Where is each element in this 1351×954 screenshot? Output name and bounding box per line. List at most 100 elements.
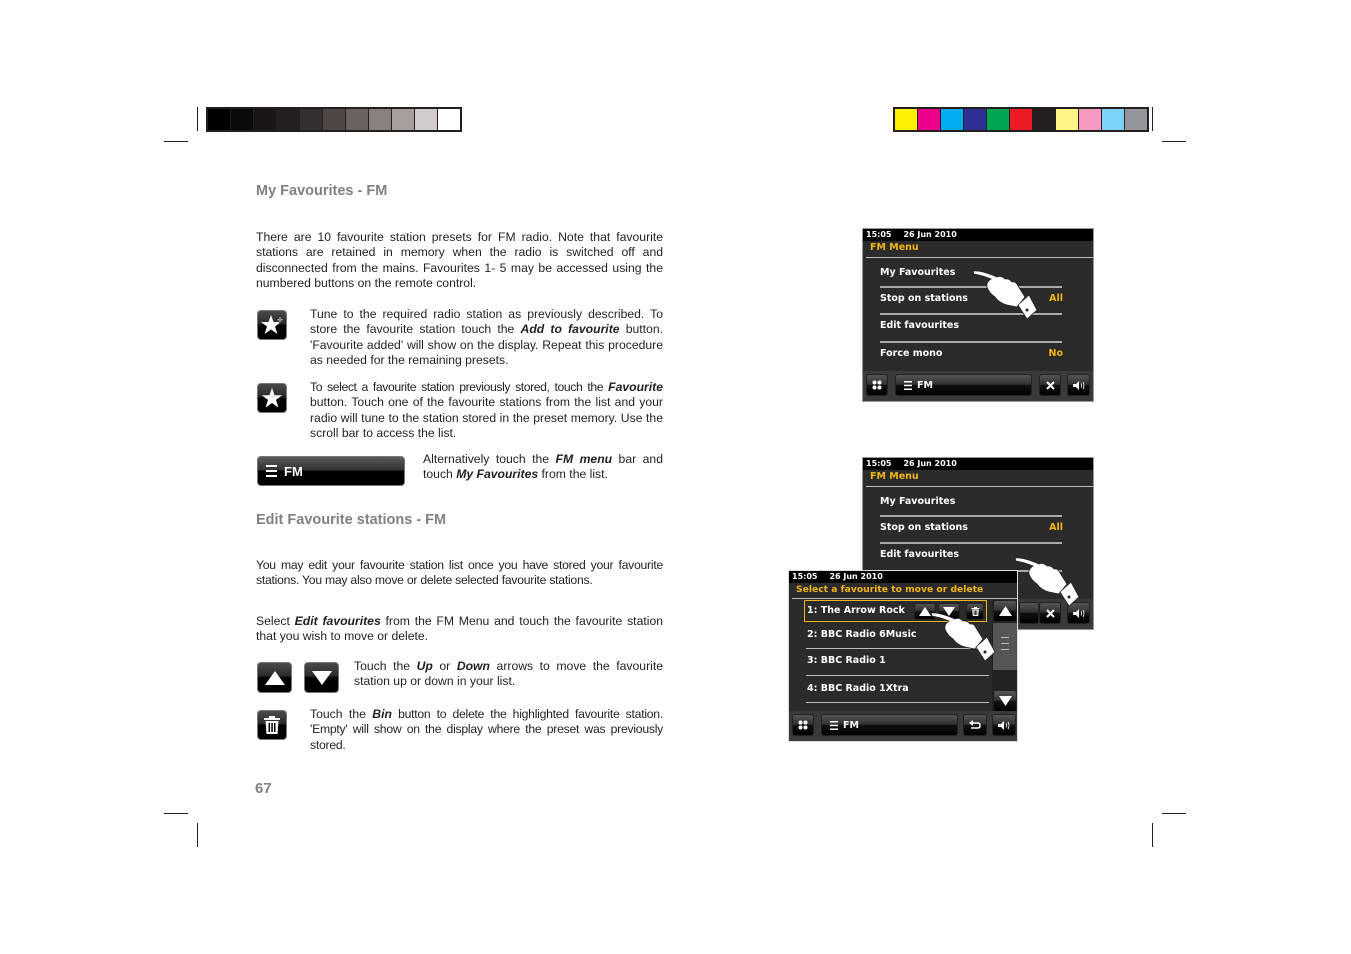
crop-mark: [1152, 823, 1153, 847]
screen-title: FM Menu: [870, 242, 919, 253]
crop-mark: [1152, 107, 1153, 131]
scroll-down-button[interactable]: [993, 690, 1017, 712]
grid-icon: [798, 720, 808, 730]
select-edit-paragraph: Select Edit favourites from the FM Menu …: [256, 614, 663, 644]
add-favourite-paragraph: Tune to the required radio station as pr…: [310, 307, 663, 367]
menu-item-my-favourites[interactable]: My Favourites: [880, 489, 1063, 515]
color-swatch: [254, 109, 276, 130]
color-swatch: [300, 109, 322, 130]
list-divider: [806, 702, 989, 703]
fm-menu-bar[interactable]: FM: [257, 456, 405, 486]
close-button[interactable]: [1039, 374, 1061, 396]
crop-mark: [164, 813, 188, 814]
color-swatch: [1010, 109, 1032, 130]
grayscale-calibration-bar: [206, 107, 462, 132]
status-bar: 15:05 26 Jun 2010: [863, 458, 1093, 470]
radio-screen-fm-menu: 15:05 26 Jun 2010 FM Menu My Favourites S…: [862, 228, 1094, 402]
crop-mark: [197, 823, 198, 847]
screen-title: Select a favourite to move or delete: [796, 584, 984, 595]
grid-icon: [872, 380, 882, 390]
add-to-favourite-button[interactable]: [257, 310, 287, 340]
favourite-button[interactable]: [257, 383, 287, 413]
section-heading-my-favourites: My Favourites - FM: [256, 183, 388, 199]
pointing-hand-icon: [1014, 557, 1080, 607]
volume-button[interactable]: [1067, 374, 1090, 396]
color-swatch: [1056, 109, 1078, 130]
color-swatch: [346, 109, 368, 130]
up-arrow-icon: [264, 670, 285, 685]
menu-item-force-mono[interactable]: Force mono No: [880, 341, 1063, 367]
color-swatch: [895, 109, 917, 130]
favourite-list-item[interactable]: 4: BBC Radio 1Xtra: [807, 677, 909, 701]
screen-toolbar: FM: [863, 371, 1093, 401]
up-down-paragraph: Touch the Up or Down arrows to move the …: [354, 659, 664, 689]
close-icon: [1045, 380, 1055, 390]
volume-icon: [1072, 380, 1084, 390]
clock-time: 15:05: [866, 459, 892, 468]
color-swatch: [392, 109, 414, 130]
back-button[interactable]: [963, 714, 987, 736]
down-arrow-button[interactable]: [304, 662, 339, 693]
bin-button[interactable]: [257, 710, 287, 740]
crop-mark: [1162, 141, 1186, 142]
crop-mark: [1162, 813, 1186, 814]
color-swatch: [231, 109, 253, 130]
date: 26 Jun 2010: [903, 230, 957, 239]
color-swatch: [964, 109, 986, 130]
volume-button[interactable]: [992, 714, 1016, 736]
fm-menu-button[interactable]: FM: [895, 374, 1032, 396]
menu-icon: [266, 465, 277, 477]
color-swatch: [1079, 109, 1101, 130]
color-swatch: [1102, 109, 1124, 130]
menu-icon: [904, 380, 912, 390]
alternative-paragraph: Alternatively touch the FM menu bar and …: [423, 452, 663, 482]
screen-toolbar: FM: [789, 711, 1017, 741]
status-bar: 15:05 26 Jun 2010: [863, 229, 1093, 241]
select-favourite-paragraph: To select a favourite station previously…: [310, 380, 663, 440]
clock-time: 15:05: [866, 230, 892, 239]
back-arrow-icon: [969, 720, 981, 729]
title-divider: [866, 486, 1093, 487]
volume-icon: [998, 720, 1010, 730]
color-swatch: [987, 109, 1009, 130]
home-button[interactable]: [792, 714, 814, 736]
color-swatch: [918, 109, 940, 130]
star-plus-icon: [261, 315, 284, 334]
color-swatch: [1033, 109, 1055, 130]
up-arrow-button[interactable]: [257, 662, 292, 693]
page-number: 67: [255, 780, 272, 797]
star-icon: [261, 387, 283, 408]
color-swatch: [323, 109, 345, 130]
color-swatch: [438, 109, 460, 130]
color-swatch: [208, 109, 230, 130]
color-calibration-bar: [893, 107, 1149, 132]
favourite-list-item[interactable]: 3: BBC Radio 1: [807, 649, 886, 673]
clock-time: 15:05: [792, 572, 818, 581]
pointing-hand-icon: [930, 612, 996, 662]
edit-intro-paragraph: You may edit your favourite station list…: [256, 558, 663, 588]
pointing-hand-icon: [972, 270, 1038, 320]
screen-title: FM Menu: [870, 471, 919, 482]
date: 26 Jun 2010: [829, 572, 883, 581]
radio-screen-select-favourite: 15:05 26 Jun 2010 Select a favourite to m…: [788, 570, 1018, 742]
menu-item-stop-on-stations[interactable]: Stop on stations All: [880, 515, 1063, 541]
status-bar: 15:05 26 Jun 2010: [789, 571, 1017, 583]
crop-mark: [164, 141, 188, 142]
fm-menu-button[interactable]: FM: [821, 714, 958, 736]
home-button[interactable]: [866, 374, 888, 396]
date: 26 Jun 2010: [903, 459, 957, 468]
section-heading-edit-favourites: Edit Favourite stations - FM: [256, 512, 447, 528]
menu-icon: [830, 720, 838, 730]
crop-mark: [197, 107, 198, 131]
favourite-list-item[interactable]: 2: BBC Radio 6Music: [807, 623, 916, 647]
title-divider: [866, 257, 1093, 258]
color-swatch: [941, 109, 963, 130]
bin-paragraph: Touch the Bin button to delete the highl…: [310, 707, 663, 752]
up-arrow-icon: [998, 606, 1012, 616]
color-swatch: [277, 109, 299, 130]
color-swatch: [369, 109, 391, 130]
favourite-list-item[interactable]: 1: The Arrow Rock: [807, 599, 905, 623]
list-divider: [806, 675, 989, 676]
fm-menu-bar-label: FM: [284, 463, 303, 479]
intro-paragraph: There are 10 favourite station presets f…: [256, 230, 663, 290]
